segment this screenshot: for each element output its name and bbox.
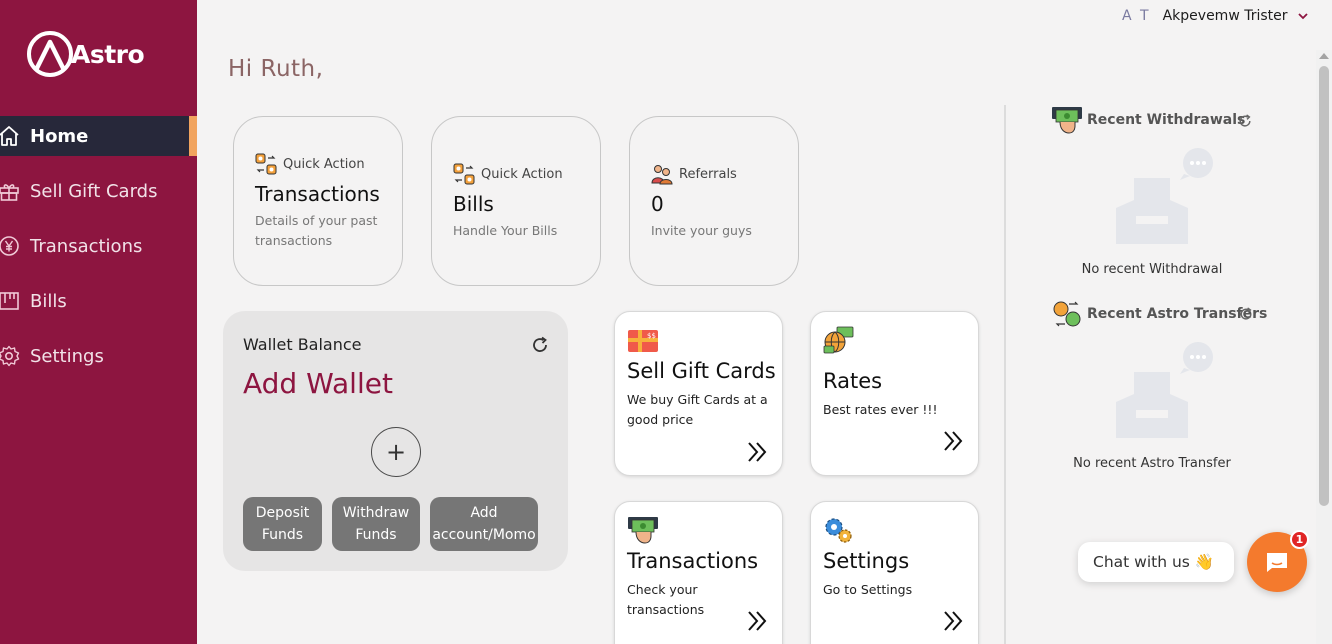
people-icon bbox=[651, 165, 673, 185]
gift-card-icon: $$ bbox=[628, 330, 658, 352]
feature-transactions[interactable]: Transactions Check your transactions bbox=[614, 501, 783, 644]
add-wallet-button[interactable]: + bbox=[371, 427, 421, 477]
empty-inbox-icon bbox=[1116, 342, 1213, 438]
recent-transfers-header: Recent Astro Transfers bbox=[1051, 300, 1267, 328]
chat-icon bbox=[1267, 553, 1287, 572]
feature-title: Settings bbox=[823, 549, 910, 573]
quick-card-transactions[interactable]: Quick Action Transactions Details of you… bbox=[233, 116, 403, 286]
transfer-icon bbox=[1053, 301, 1081, 327]
quick-card-subtitle: Invite your guys bbox=[651, 223, 752, 238]
empty-transfers-text: No recent Astro Transfer bbox=[1073, 456, 1231, 471]
user-menu[interactable]: A T Akpevemw Trister bbox=[1122, 8, 1308, 24]
gift-icon bbox=[0, 180, 20, 202]
double-chevron-right-icon bbox=[944, 431, 963, 451]
quick-card-title: Transactions bbox=[255, 182, 380, 206]
referral-count: 0 bbox=[651, 192, 664, 216]
double-chevron-right-icon bbox=[748, 442, 767, 462]
refresh-transfers-icon[interactable] bbox=[1238, 306, 1254, 322]
chat-unread-badge: 1 bbox=[1290, 530, 1309, 549]
double-chevron-right-icon bbox=[748, 611, 767, 631]
chevron-down-icon bbox=[1297, 10, 1308, 23]
scrollbar-thumb[interactable] bbox=[1319, 66, 1329, 506]
quick-card-subtitle: Details of your past transactions bbox=[255, 213, 378, 248]
feature-title: Sell Gift Cards bbox=[627, 359, 776, 383]
astro-logo-icon bbox=[27, 31, 73, 77]
refresh-icon[interactable] bbox=[530, 335, 550, 355]
sidebar-item-label: Transactions bbox=[30, 235, 143, 257]
globe-money-icon bbox=[823, 326, 854, 354]
yen-icon bbox=[0, 235, 20, 257]
sidebar-item-sell-gift-cards[interactable]: Sell Gift Cards bbox=[0, 171, 197, 211]
add-wallet-link[interactable]: Add Wallet bbox=[243, 367, 393, 400]
wallet-card: Wallet Balance Add Wallet + Deposit Fund… bbox=[223, 311, 568, 571]
cash-hand-icon bbox=[1052, 107, 1082, 134]
quick-card-bills[interactable]: Quick Action Bills Handle Your Bills bbox=[431, 116, 601, 286]
empty-withdrawals-text: No recent Withdrawal bbox=[1081, 262, 1223, 277]
recent-withdrawals-header: Recent Withdrawals bbox=[1051, 106, 1245, 134]
withdraw-funds-button[interactable]: Withdraw Funds bbox=[332, 497, 420, 551]
feature-title: Rates bbox=[823, 369, 883, 393]
brand-logo[interactable]: Astro bbox=[26, 30, 145, 78]
refresh-withdrawals-icon[interactable] bbox=[1237, 113, 1253, 129]
sidebar-item-settings[interactable]: Settings bbox=[0, 336, 197, 376]
scroll-up-arrow[interactable] bbox=[1319, 53, 1329, 59]
sidebar-item-transactions[interactable]: Transactions bbox=[0, 226, 197, 266]
sidebar-item-label: Sell Gift Cards bbox=[30, 180, 158, 202]
recent-withdrawals-title: Recent Withdrawals bbox=[1087, 112, 1246, 128]
feature-title: Transactions bbox=[627, 549, 759, 573]
svg-text:$$: $$ bbox=[647, 332, 656, 340]
quick-card-title: Bills bbox=[453, 192, 494, 216]
exchange-icon bbox=[453, 163, 475, 185]
bills-icon bbox=[0, 290, 20, 312]
home-icon bbox=[0, 125, 20, 147]
sidebar-item-home[interactable]: Home bbox=[0, 116, 197, 156]
panel-divider bbox=[1004, 105, 1006, 644]
quick-card-label: Quick Action bbox=[283, 156, 365, 172]
quick-card-subtitle: Handle Your Bills bbox=[453, 223, 558, 238]
exchange-icon bbox=[255, 153, 277, 175]
user-name: Akpevemw Trister bbox=[1162, 8, 1288, 24]
feature-settings[interactable]: Settings Go to Settings bbox=[810, 501, 979, 644]
deposit-funds-button[interactable]: Deposit Funds bbox=[243, 497, 322, 551]
double-chevron-right-icon bbox=[944, 611, 963, 631]
sidebar-item-label: Settings bbox=[30, 345, 104, 367]
gear-icon bbox=[0, 345, 20, 367]
brand-name: Astro bbox=[71, 39, 145, 69]
wallet-label: Wallet Balance bbox=[243, 335, 362, 354]
feature-subtitle: Best rates ever !!! bbox=[823, 402, 938, 417]
add-account-button[interactable]: Add account/Momo bbox=[430, 497, 538, 551]
greeting: Hi Ruth, bbox=[228, 56, 324, 82]
quick-card-label: Quick Action bbox=[481, 166, 563, 182]
chat-with-us-label[interactable]: Chat with us 👋 bbox=[1078, 542, 1234, 582]
empty-inbox-icon bbox=[1116, 148, 1213, 244]
feature-sell-gift-cards[interactable]: $$ Sell Gift Cards We buy Gift Cards at … bbox=[614, 311, 783, 476]
quick-card-label: Referrals bbox=[679, 166, 737, 182]
sidebar-item-label: Bills bbox=[30, 290, 67, 312]
quick-card-referrals[interactable]: Referrals 0 Invite your guys bbox=[629, 116, 799, 286]
sidebar: Astro Home Sell Gift Cards Transactions … bbox=[0, 0, 197, 644]
sidebar-item-bills[interactable]: Bills bbox=[0, 281, 197, 321]
feature-rates[interactable]: Rates Best rates ever !!! bbox=[810, 311, 979, 476]
user-initials: A T bbox=[1122, 8, 1151, 24]
gears-icon bbox=[825, 518, 852, 543]
cash-hand-icon bbox=[628, 517, 658, 544]
feature-subtitle: Go to Settings bbox=[823, 582, 913, 597]
feature-subtitle: We buy Gift Cards at a good price bbox=[627, 392, 768, 427]
sidebar-item-label: Home bbox=[30, 125, 89, 147]
